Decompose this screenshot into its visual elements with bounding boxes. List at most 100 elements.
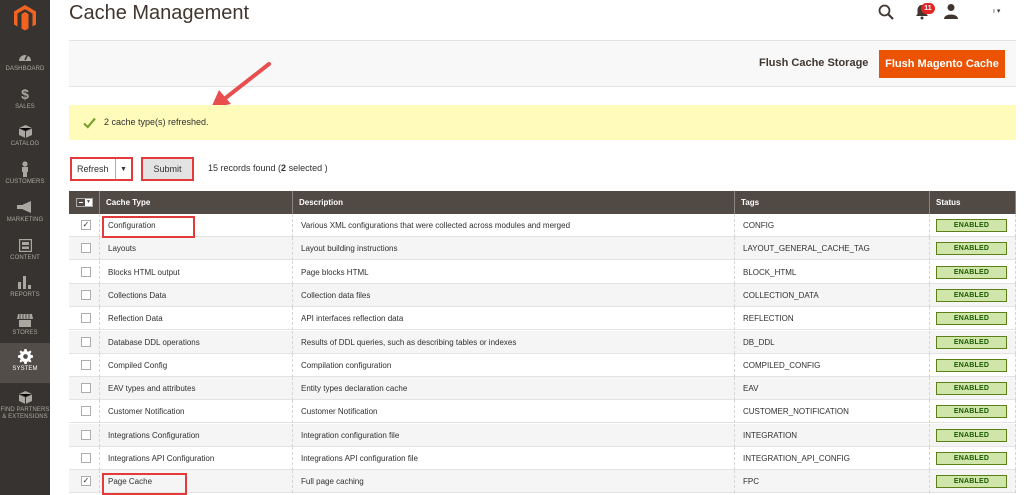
column-header-status: Status (930, 191, 1016, 214)
row-checkbox[interactable] (81, 336, 91, 347)
row-select-cell[interactable] (69, 307, 100, 331)
row-checkbox[interactable] (81, 453, 91, 463)
sidebar-item-marketing[interactable]: MARKETING (0, 198, 50, 236)
tags-cell: CONFIG (735, 214, 930, 237)
submit-button[interactable]: Submit (141, 157, 194, 181)
records-suffix: selected ) (286, 163, 328, 173)
box-icon (15, 388, 35, 406)
row-checkbox[interactable] (81, 313, 91, 324)
row-select-cell[interactable] (69, 377, 100, 401)
tags-cell: COMPILED_CONFIG (735, 353, 930, 377)
column-header-tags: Tags (735, 191, 930, 214)
status-badge: ENABLED (936, 265, 1007, 279)
sidebar-item-catalog[interactable]: CATALOG (0, 122, 50, 160)
row-checkbox[interactable]: ✓ (81, 476, 91, 487)
magento-logo-icon[interactable] (0, 0, 50, 36)
cache-type-cell: Integrations Configuration (100, 423, 293, 447)
mass-select-checkbox-icon (77, 199, 85, 206)
mass-select-header[interactable]: ▼ (69, 191, 100, 214)
tags-cell: COLLECTION_DATA (735, 283, 930, 307)
row-select-cell[interactable] (69, 237, 100, 261)
sidebar-item-find-partners[interactable]: FIND PARTNERS & EXTENSIONS (0, 388, 50, 424)
tags-cell: INTEGRATION_API_CONFIG (735, 447, 930, 470)
row-checkbox[interactable] (81, 243, 91, 254)
table-row[interactable]: Compiled Config Compilation configuration… (69, 353, 1016, 377)
chevron-down-icon: ▼ (86, 199, 91, 205)
table-row[interactable]: Integrations API Configuration Integratio… (69, 447, 1016, 470)
sidebar-item-dashboard[interactable]: DASHBOARD (0, 47, 50, 85)
row-select-cell[interactable] (69, 400, 100, 424)
row-checkbox[interactable] (81, 289, 91, 300)
table-row[interactable]: EAV types and attributes Entity types dec… (69, 377, 1016, 401)
table-row[interactable]: Collections Data Collection data files COL… (69, 283, 1016, 307)
success-message (69, 105, 1016, 140)
status-badge: ENABLED (936, 382, 1007, 396)
sidebar-item-customers[interactable]: CUSTOMERS (0, 160, 50, 198)
row-select-cell[interactable] (69, 260, 100, 284)
dashboard-icon (15, 47, 35, 65)
table-row[interactable]: ✓ Configuration Various XML configurations… (69, 214, 1016, 237)
status-cell: ENABLED (930, 260, 1016, 284)
store-icon (15, 311, 35, 329)
sidebar-item-label: STORES (12, 330, 38, 336)
tags-cell: REFLECTION (735, 307, 930, 331)
table-row[interactable]: ✓ Page Cache Full page caching FPC ENABLED (69, 470, 1016, 494)
row-select-cell[interactable]: ✓ (69, 214, 100, 237)
table-row[interactable]: Integrations Configuration Integration co… (69, 423, 1016, 447)
admin-user-menu[interactable]: ı ▾ (993, 7, 1000, 15)
cache-type-cell: Collections Data (100, 283, 293, 307)
status-cell: ENABLED (930, 214, 1016, 237)
status-badge: ENABLED (936, 452, 1007, 465)
notification-count-badge[interactable]: 11 (921, 3, 935, 14)
row-checkbox[interactable] (81, 406, 91, 417)
chevron-down-icon[interactable]: ▼ (115, 159, 131, 179)
search-icon[interactable] (878, 4, 894, 20)
row-checkbox[interactable] (81, 266, 91, 277)
row-select-cell[interactable]: ✓ (69, 470, 100, 494)
sidebar-item-label: FIND PARTNERS & EXTENSIONS (0, 407, 50, 420)
status-cell: ENABLED (930, 283, 1016, 307)
row-select-cell[interactable] (69, 283, 100, 307)
row-select-cell[interactable] (69, 447, 100, 470)
sidebar-item-label: SYSTEM (12, 366, 38, 372)
table-row[interactable]: Blocks HTML output Page blocks HTML BLOCK_… (69, 260, 1016, 284)
table-row[interactable]: Layouts Layout building instructions LAYOU… (69, 237, 1016, 261)
row-checkbox[interactable] (81, 383, 91, 394)
table-row[interactable]: Database DDL operations Results of DDL qu… (69, 330, 1016, 354)
mass-select-control[interactable]: ▼ (76, 198, 93, 207)
mass-action-select[interactable]: Refresh ▼ (70, 157, 133, 181)
status-cell: ENABLED (930, 470, 1016, 494)
status-badge: ENABLED (936, 405, 1007, 419)
row-select-cell[interactable] (69, 353, 100, 377)
user-icon[interactable] (943, 3, 959, 19)
checkmark-icon (83, 116, 96, 129)
cube-icon (15, 122, 35, 140)
row-select-cell[interactable] (69, 423, 100, 447)
sidebar-item-label: SALES (15, 104, 35, 110)
description-cell: Various XML configurations that were col… (293, 214, 735, 237)
dollar-icon: $ (21, 86, 29, 102)
tags-cell: BLOCK_HTML (735, 260, 930, 284)
status-cell: ENABLED (930, 307, 1016, 331)
tags-cell: EAV (735, 377, 930, 401)
cache-type-cell: Blocks HTML output (100, 260, 293, 284)
sidebar-item-sales[interactable]: $ SALES (0, 85, 50, 123)
description-cell: Page blocks HTML (293, 260, 735, 284)
success-message-text: 2 cache type(s) refreshed. (104, 117, 209, 127)
sidebar-item-reports[interactable]: REPORTS (0, 273, 50, 311)
sidebar-item-content[interactable]: CONTENT (0, 236, 50, 274)
row-checkbox[interactable]: ✓ (81, 220, 91, 230)
flush-cache-storage-button[interactable]: Flush Cache Storage (759, 57, 868, 69)
column-header-cache-type: Cache Type (100, 191, 293, 214)
row-checkbox[interactable] (81, 429, 91, 440)
tags-cell: CUSTOMER_NOTIFICATION (735, 400, 930, 424)
sidebar-item-system[interactable]: SYSTEM (0, 343, 50, 383)
table-row[interactable]: Reflection Data API interfaces reflection… (69, 307, 1016, 331)
row-select-cell[interactable] (69, 330, 100, 354)
row-checkbox[interactable] (81, 359, 91, 370)
status-cell: ENABLED (930, 423, 1016, 447)
flush-magento-cache-button[interactable]: Flush Magento Cache (879, 50, 1005, 78)
description-cell: Results of DDL queries, such as describi… (293, 330, 735, 354)
status-badge: ENABLED (936, 335, 1007, 349)
table-row[interactable]: Customer Notification Customer Notificati… (69, 400, 1016, 424)
